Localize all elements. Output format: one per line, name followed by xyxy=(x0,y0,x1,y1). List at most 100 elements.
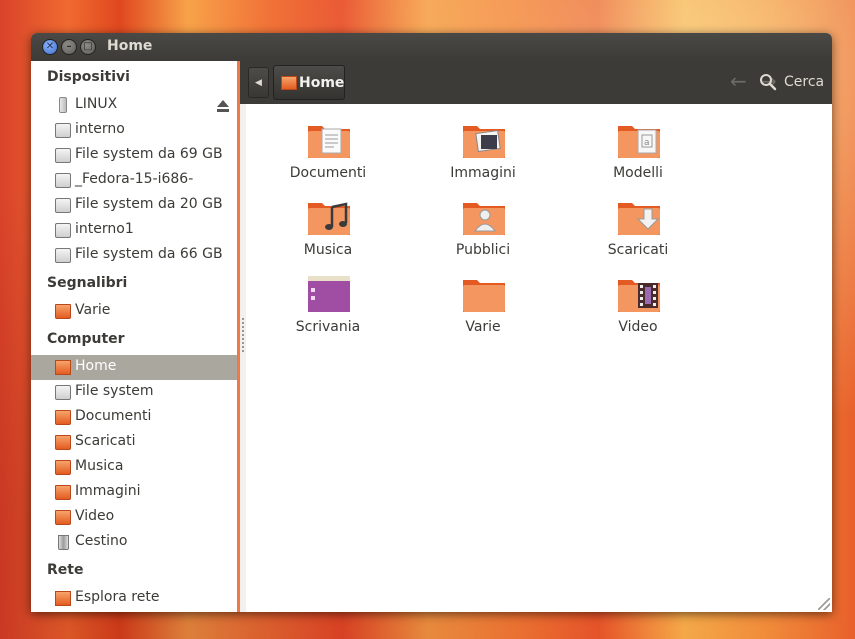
section-header-bookmarks: Segnalibri xyxy=(47,275,128,291)
hard-drive-icon xyxy=(55,148,71,163)
sidebar-item-file-system[interactable]: File system xyxy=(31,380,237,405)
sidebar-item-video[interactable]: Video xyxy=(31,505,237,530)
maximize-button[interactable]: □ xyxy=(80,39,96,55)
home-folder-icon xyxy=(281,76,297,90)
close-button[interactable]: ✕ xyxy=(42,39,58,55)
sidebar-item-musica[interactable]: Musica xyxy=(31,455,237,480)
breadcrumb-scroll-left-button[interactable]: ◀ xyxy=(248,67,269,98)
breadcrumb-label: Home xyxy=(299,75,345,91)
hard-drive-icon xyxy=(55,223,71,238)
music-folder-icon xyxy=(55,460,71,475)
sidebar-item-varie[interactable]: Varie xyxy=(31,299,237,324)
sidebar-item-fs-20gb[interactable]: File system da 20 GB xyxy=(31,193,237,218)
search-button-label[interactable]: Cerca xyxy=(784,74,824,90)
sidebar-item-label: Documenti xyxy=(75,408,152,424)
sidebar-item-cestino[interactable]: Cestino xyxy=(31,530,237,555)
file-item-varie[interactable]: Varie xyxy=(418,274,548,344)
pane-resize-grip[interactable] xyxy=(242,318,244,354)
sidebar-item-label: File system da 69 GB xyxy=(75,146,223,162)
file-item-label: Pubblici xyxy=(455,242,511,258)
downloads-folder-icon xyxy=(618,203,660,235)
file-item-label: Scaricati xyxy=(607,242,669,258)
network-folder-icon xyxy=(55,591,71,606)
downloads-folder-icon xyxy=(55,435,71,450)
home-folder-icon xyxy=(55,360,71,375)
file-item-musica[interactable]: Musica xyxy=(263,197,393,267)
file-item-video[interactable]: Video xyxy=(573,274,703,344)
sidebar-item-immagini[interactable]: Immagini xyxy=(31,480,237,505)
file-item-label: Documenti xyxy=(289,165,367,181)
window-title: Home xyxy=(107,38,153,54)
trash-icon xyxy=(58,535,69,550)
sidebar-item-fs-69gb[interactable]: File system da 69 GB xyxy=(31,143,237,168)
sidebar-item-interno[interactable]: interno xyxy=(31,118,237,143)
file-item-label: Scrivania xyxy=(295,319,361,335)
sidebar-item-label: LINUX xyxy=(75,96,118,112)
folder-icon xyxy=(55,304,71,319)
music-folder-icon xyxy=(308,202,350,235)
window-controls: ✕ – □ xyxy=(42,39,96,55)
file-item-label: Immagini xyxy=(450,165,516,181)
file-item-label: Musica xyxy=(303,242,353,258)
folder-icon xyxy=(463,280,505,312)
sidebar-item-label: Immagini xyxy=(75,483,141,499)
section-header-network: Rete xyxy=(47,562,84,578)
sidebar-item-interno1[interactable]: interno1 xyxy=(31,218,237,243)
file-item-label: Video xyxy=(618,319,658,335)
pictures-folder-icon xyxy=(463,126,505,158)
sidebar-item-label: Musica xyxy=(75,458,124,474)
file-item-pubblici[interactable]: Pubblici xyxy=(418,197,548,267)
hard-drive-icon xyxy=(55,198,71,213)
hard-drive-icon xyxy=(55,123,71,138)
section-header-devices: Dispositivi xyxy=(47,69,130,85)
search-icon[interactable] xyxy=(759,73,777,91)
hard-drive-icon xyxy=(55,385,71,400)
sidebar-item-home[interactable]: Home xyxy=(31,355,237,380)
sidebar-item-documenti[interactable]: Documenti xyxy=(31,405,237,430)
file-item-label: Varie xyxy=(465,319,501,335)
sidebar-item-fedora[interactable]: _Fedora-15-i686- xyxy=(31,168,237,193)
sidebar-item-label: Varie xyxy=(75,302,111,318)
window-resize-grip[interactable] xyxy=(818,598,830,610)
sidebar-item-label: interno xyxy=(75,121,125,137)
file-manager-window: ✕ – □ Home Dispositivi LINUX interno Fil… xyxy=(31,33,832,612)
public-folder-icon xyxy=(463,203,505,235)
templates-folder-icon: a xyxy=(618,126,660,158)
documents-folder-icon xyxy=(308,126,350,158)
file-item-scaricati[interactable]: Scaricati xyxy=(573,197,703,267)
file-item-modelli[interactable]: a Modelli xyxy=(573,120,703,190)
eject-icon[interactable] xyxy=(215,98,231,114)
sidebar-divider[interactable] xyxy=(237,61,240,612)
file-item-label: Modelli xyxy=(613,165,663,181)
sidebar-item-label: Home xyxy=(75,358,117,374)
file-item-immagini[interactable]: Immagini xyxy=(418,120,548,190)
back-arrow-icon[interactable]: ← xyxy=(730,71,747,91)
hard-drive-icon xyxy=(55,173,71,188)
section-header-computer: Computer xyxy=(47,331,125,347)
hard-drive-icon xyxy=(55,248,71,263)
sidebar-item-label: Esplora rete xyxy=(75,589,160,605)
toolbar: ◀ Home ← → Cerca xyxy=(240,61,832,104)
sidebar-item-linux[interactable]: LINUX xyxy=(31,93,237,118)
documents-folder-icon xyxy=(55,410,71,425)
sidebar-item-label: File system da 66 GB xyxy=(75,246,223,262)
sidebar-item-label: Scaricati xyxy=(75,433,136,449)
sidebar-item-label: _Fedora-15-i686- xyxy=(75,171,194,187)
file-item-scrivania[interactable]: Scrivania xyxy=(263,274,393,344)
sidebar: Dispositivi LINUX interno File system da… xyxy=(31,61,238,612)
sidebar-item-label: Cestino xyxy=(75,533,128,549)
video-folder-icon xyxy=(55,510,71,525)
minimize-button[interactable]: – xyxy=(61,39,77,55)
sidebar-item-fs-66gb[interactable]: File system da 66 GB xyxy=(31,243,237,268)
video-folder-icon xyxy=(618,280,660,312)
sidebar-item-esplora-rete[interactable]: Esplora rete xyxy=(31,586,237,611)
sidebar-item-scaricati[interactable]: Scaricati xyxy=(31,430,237,455)
file-view: Documenti Immagini a Modelli Musica Pubb… xyxy=(246,104,832,612)
usb-drive-icon xyxy=(59,97,67,113)
breadcrumb-home-button[interactable]: Home xyxy=(273,65,345,100)
sidebar-item-label: File system da 20 GB xyxy=(75,196,223,212)
title-bar[interactable]: ✕ – □ Home xyxy=(31,33,832,61)
desktop-folder-icon xyxy=(308,276,350,312)
file-item-documenti[interactable]: Documenti xyxy=(263,120,393,190)
svg-text:a: a xyxy=(644,138,650,148)
